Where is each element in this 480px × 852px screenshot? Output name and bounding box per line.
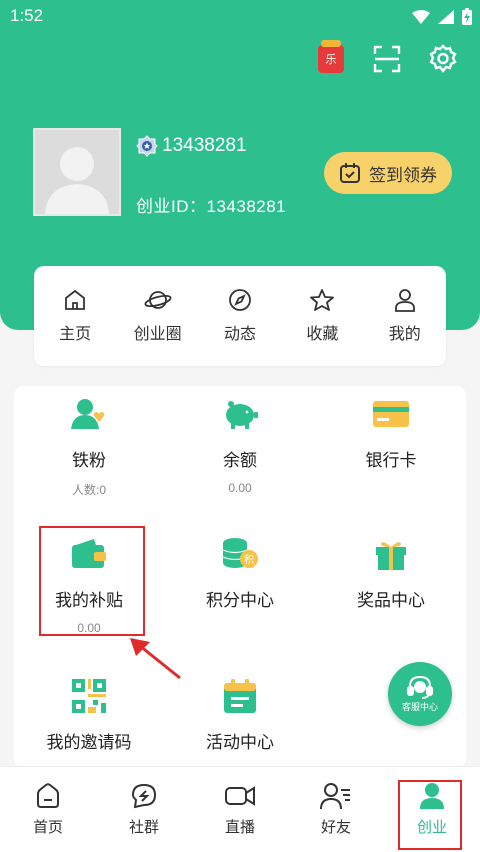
svg-text:积: 积 bbox=[244, 554, 254, 566]
gear-icon bbox=[429, 44, 457, 73]
default-avatar-icon bbox=[45, 147, 109, 214]
quick-nav: 主页 创业圈 动态 收藏 我的 bbox=[34, 266, 446, 366]
annotation-arrow bbox=[130, 638, 181, 680]
grid-item-invite-code[interactable]: 我的邀请码 bbox=[14, 676, 164, 753]
grid-item-title: 积分中心 bbox=[206, 591, 274, 611]
planet-icon bbox=[144, 291, 172, 309]
compass-icon bbox=[229, 289, 251, 311]
lucky-bag-text: 乐 bbox=[325, 53, 337, 66]
chat-icon bbox=[131, 783, 157, 809]
checkin-button[interactable]: 签到领券 bbox=[324, 152, 452, 194]
grid-item-title: 银行卡 bbox=[365, 451, 417, 471]
user-phone: 13438281 bbox=[162, 135, 247, 156]
quicknav-favorites[interactable]: 收藏 bbox=[287, 288, 357, 344]
person-icon bbox=[394, 289, 415, 312]
tab-label: 首页 bbox=[32, 818, 63, 836]
quicknav-label: 主页 bbox=[59, 324, 92, 343]
quicknav-label: 动态 bbox=[223, 324, 256, 343]
tab-live[interactable]: 直播 bbox=[192, 767, 288, 852]
highlight-box-subsidy bbox=[39, 526, 145, 636]
scan-icon bbox=[373, 45, 401, 73]
grid-item-title: 奖品中心 bbox=[357, 591, 425, 611]
status-bar: 1:52 bbox=[0, 0, 480, 34]
battery-icon bbox=[462, 8, 472, 25]
home-tab-icon bbox=[37, 783, 59, 808]
avatar[interactable] bbox=[33, 128, 121, 216]
quicknav-home[interactable]: 主页 bbox=[40, 288, 110, 344]
grid-item-activities[interactable]: 活动中心 bbox=[165, 676, 315, 753]
status-time: 1:52 bbox=[10, 6, 44, 25]
gift-icon bbox=[371, 534, 411, 574]
bank-card-icon bbox=[371, 394, 411, 434]
level-badge-icon bbox=[136, 135, 158, 157]
grid-item-prizes[interactable]: 奖品中心 bbox=[316, 534, 466, 611]
customer-service-label: 客服中心 bbox=[401, 703, 438, 713]
tab-home[interactable]: 首页 bbox=[0, 767, 96, 852]
lucky-bag-icon: 乐 bbox=[318, 40, 344, 73]
grid-item-balance[interactable]: 余额 0.00 bbox=[165, 394, 315, 495]
star-icon bbox=[310, 289, 335, 311]
signal-icon bbox=[438, 9, 454, 24]
checkin-calendar-icon bbox=[340, 163, 360, 183]
quicknav-label: 我的 bbox=[388, 324, 421, 343]
grid-item-title: 我的邀请码 bbox=[46, 733, 132, 753]
grid-item-points[interactable]: 积 积分中心 bbox=[165, 534, 315, 611]
coins-icon: 积 bbox=[220, 534, 260, 574]
qrcode-icon bbox=[69, 676, 109, 716]
tab-label: 直播 bbox=[224, 818, 255, 836]
grid-item-title: 铁粉 bbox=[72, 451, 106, 471]
grid-item-sub: 0.00 bbox=[228, 481, 252, 495]
highlight-box-startup-tab bbox=[398, 780, 462, 850]
video-icon bbox=[225, 786, 255, 806]
quicknav-circle[interactable]: 创业圈 bbox=[123, 288, 193, 344]
grid-item-title: 余额 bbox=[223, 451, 257, 471]
quicknav-moments[interactable]: 动态 bbox=[205, 288, 275, 344]
home-icon bbox=[65, 289, 86, 310]
user-name-row: 13438281 bbox=[136, 135, 247, 157]
lucky-bag-button[interactable]: 乐 bbox=[314, 40, 348, 76]
calendar-icon bbox=[220, 676, 260, 716]
quicknav-label: 创业圈 bbox=[133, 324, 182, 343]
quicknav-label: 收藏 bbox=[306, 324, 339, 343]
grid-item-title: 活动中心 bbox=[206, 733, 274, 753]
scan-button[interactable] bbox=[370, 42, 404, 76]
user-id: 创业ID：13438281 bbox=[136, 197, 287, 216]
tab-label: 好友 bbox=[320, 818, 351, 836]
fans-icon bbox=[69, 394, 109, 434]
customer-service-button[interactable]: 客服中心 bbox=[388, 662, 452, 726]
checkin-label: 签到领券 bbox=[369, 165, 437, 186]
wifi-icon bbox=[412, 9, 430, 24]
piggy-bank-icon bbox=[220, 394, 260, 434]
grid-item-fans[interactable]: 铁粉 人数:0 bbox=[14, 394, 164, 498]
top-actions: 乐 bbox=[314, 40, 460, 76]
tab-label: 社群 bbox=[128, 818, 159, 836]
settings-button[interactable] bbox=[426, 42, 460, 76]
grid-item-sub: 人数:0 bbox=[71, 483, 106, 497]
quicknav-mine[interactable]: 我的 bbox=[370, 288, 440, 344]
friends-icon bbox=[320, 783, 350, 810]
grid-item-bank-card[interactable]: 银行卡 bbox=[316, 394, 466, 471]
headset-icon bbox=[407, 675, 433, 699]
tab-community[interactable]: 社群 bbox=[96, 767, 192, 852]
tab-friends[interactable]: 好友 bbox=[288, 767, 384, 852]
